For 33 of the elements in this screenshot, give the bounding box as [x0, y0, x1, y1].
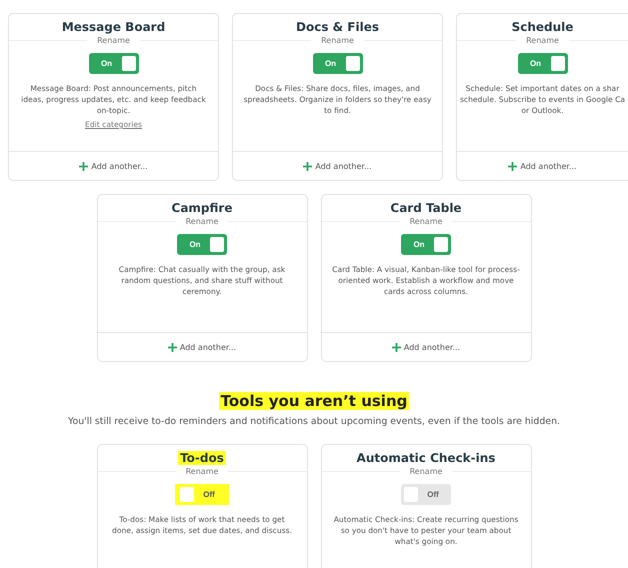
card-title: Card Table [389, 201, 463, 215]
plus-icon [508, 162, 518, 170]
section-subtitle: You'll still receive to-do reminders and notifications about upcoming events, even if the tools are hidden. [68, 416, 560, 427]
toggle-switch[interactable]: On [177, 234, 227, 255]
card-title: Message Board [60, 20, 166, 34]
card-title: Schedule [510, 20, 574, 34]
rename-link[interactable]: Rename [526, 36, 559, 45]
rename-link[interactable]: Rename [410, 467, 442, 476]
add-another-button[interactable]: Add another... [506, 160, 579, 172]
card-title: Docs & Files [295, 20, 380, 34]
add-another-button[interactable]: Add another... [166, 340, 238, 354]
add-another-button[interactable]: Add another... [77, 160, 150, 172]
rename-link[interactable]: Rename [186, 467, 218, 476]
toggle-switch[interactable]: Off [401, 484, 451, 505]
add-another-button[interactable]: Add another... [301, 160, 374, 172]
toggle-switch[interactable]: On [401, 234, 451, 255]
rename-link[interactable]: Rename [321, 36, 354, 45]
card-title: Automatic Check-ins [356, 451, 496, 465]
toggle-switch[interactable]: On [518, 53, 568, 74]
rename-link[interactable]: Rename [186, 217, 218, 226]
card-title: To-dos [178, 451, 226, 465]
toggle-switch[interactable]: On [312, 53, 362, 74]
card-title: Campfire [170, 201, 234, 215]
plus-icon [392, 342, 401, 352]
plus-icon [79, 162, 88, 170]
rename-link[interactable]: Rename [97, 36, 130, 45]
add-another-button[interactable]: Add another... [390, 340, 462, 354]
rename-link[interactable]: Rename [410, 217, 442, 226]
plus-icon [303, 162, 312, 170]
toggle-switch[interactable]: Off [177, 484, 227, 505]
section-heading: Tools you aren’t using [218, 392, 410, 410]
plus-icon [168, 342, 177, 352]
toggle-switch[interactable]: On [88, 53, 138, 74]
